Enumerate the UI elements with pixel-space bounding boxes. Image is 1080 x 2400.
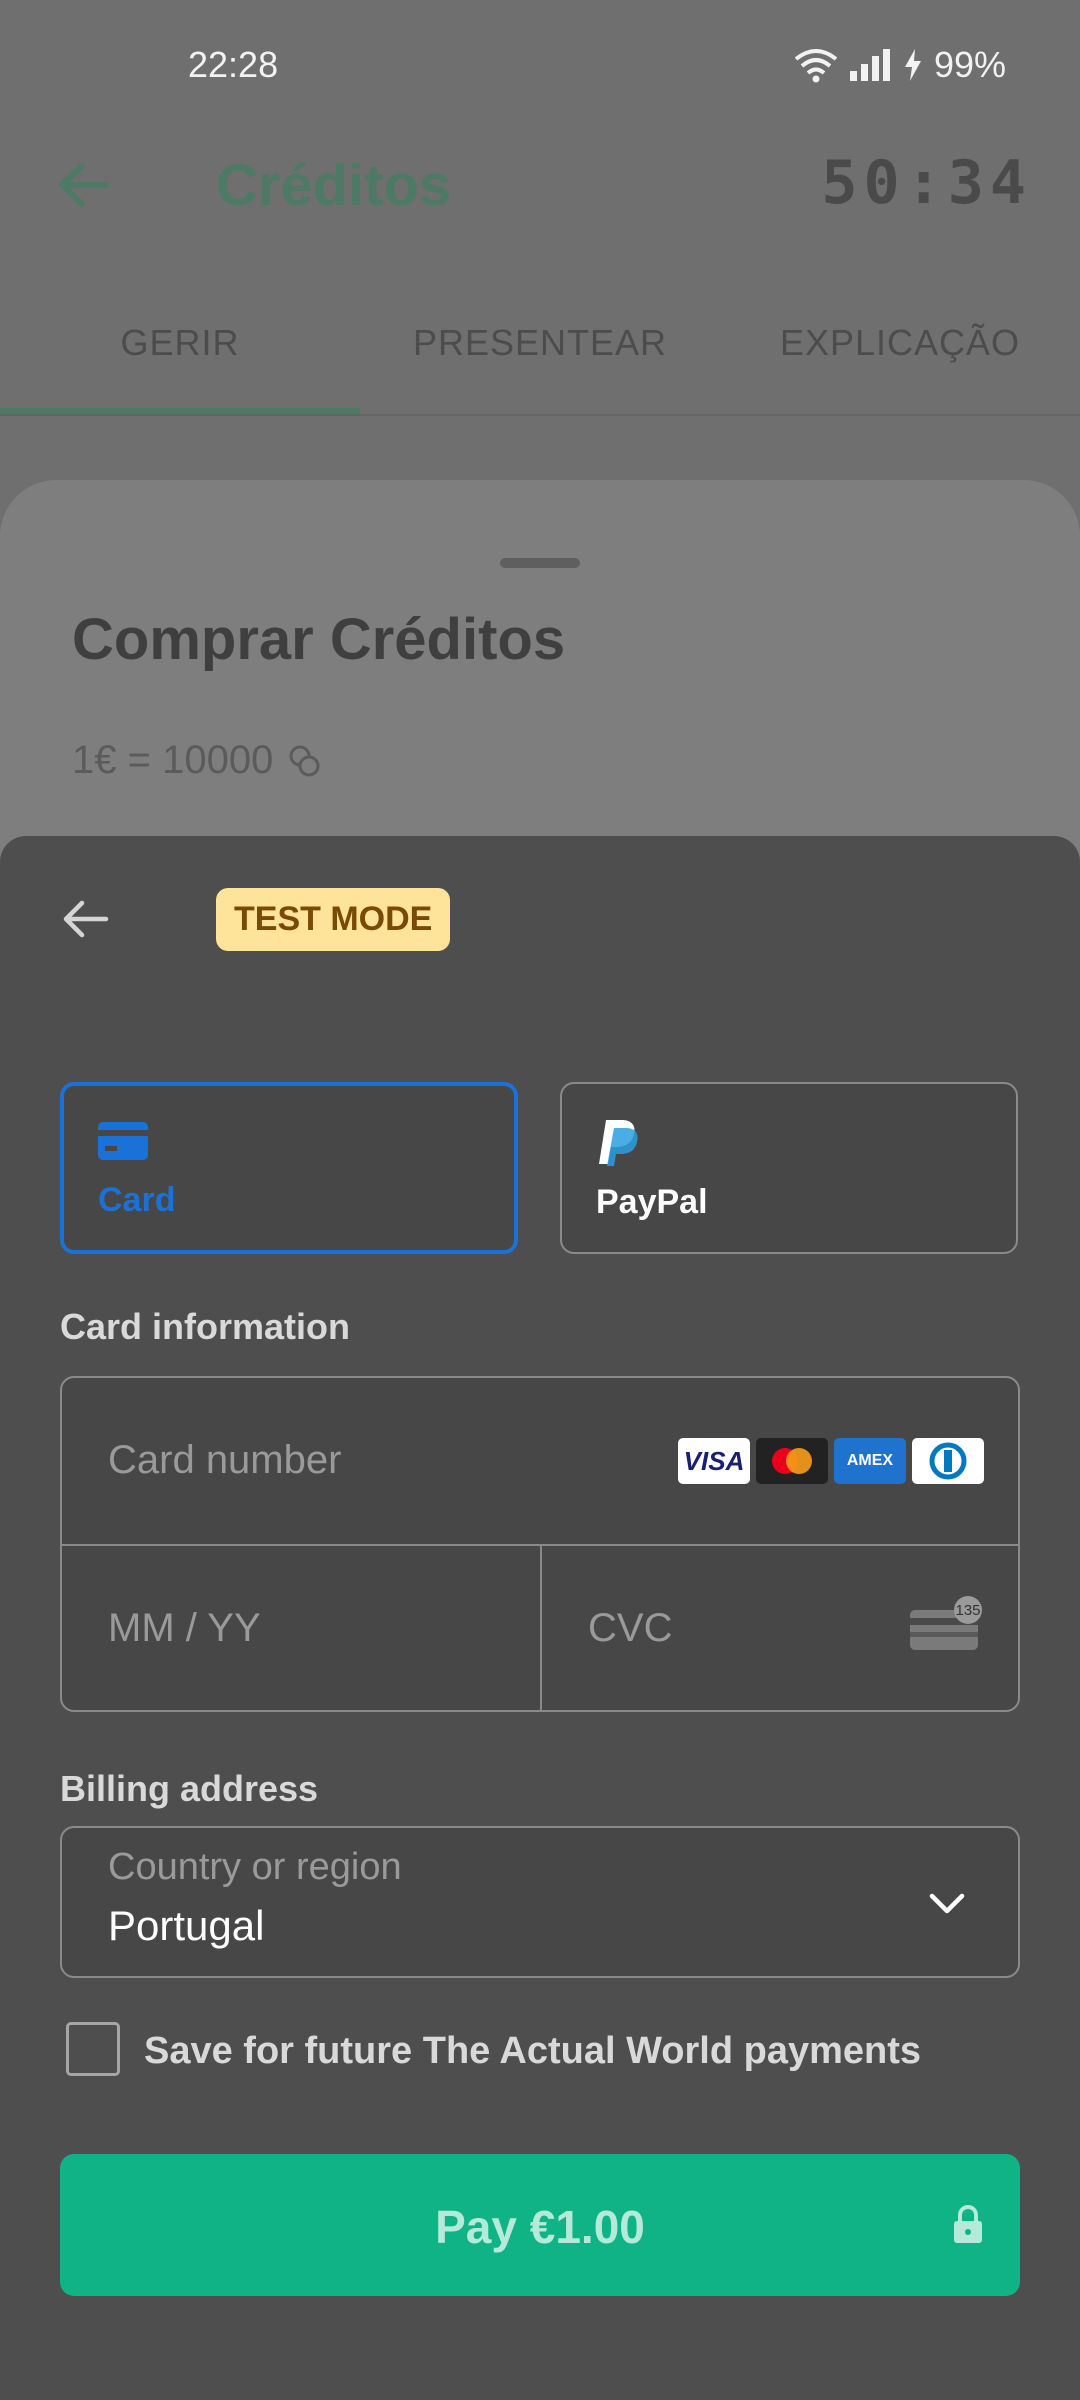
tab-gerir[interactable]: GERIR — [0, 322, 360, 364]
signal-icon — [849, 49, 890, 81]
payment-method-card[interactable]: Card — [60, 1082, 518, 1254]
svg-text:135: 135 — [955, 1602, 980, 1619]
amex-icon: AMEX — [834, 1438, 906, 1484]
country-field-label: Country or region — [108, 1846, 402, 1888]
coins-icon — [289, 745, 320, 776]
card-method-label: Card — [98, 1181, 176, 1219]
pay-button-label: Pay €1.00 — [435, 2201, 645, 2253]
tabs-divider — [0, 414, 1080, 416]
credit-card-icon — [98, 1122, 148, 1160]
expiry-input[interactable]: MM / YY — [108, 1606, 261, 1651]
country-select[interactable]: Country or region Portugal — [60, 1826, 1020, 1978]
visa-icon: VISA — [678, 1438, 750, 1484]
lock-icon — [954, 2205, 982, 2243]
cvc-input[interactable]: CVC — [588, 1606, 672, 1651]
tab-presentear[interactable]: PRESENTEAR — [360, 322, 720, 364]
diners-club-icon — [912, 1438, 984, 1484]
tab-explicacao[interactable]: EXPLICAÇÃO — [720, 322, 1080, 364]
sheet-drag-handle[interactable] — [500, 558, 580, 568]
test-mode-badge: TEST MODE — [216, 888, 451, 951]
wifi-icon — [794, 49, 838, 83]
exchange-rate: 1€ = 10000 — [72, 738, 323, 783]
payment-method-paypal[interactable]: PayPal — [560, 1082, 1018, 1254]
exchange-rate-text: 1€ = 10000 — [72, 738, 274, 782]
cvc-card-icon: 135 — [910, 1596, 982, 1650]
buy-credits-title: Comprar Créditos — [72, 607, 566, 672]
arrow-left-icon[interactable] — [56, 158, 110, 212]
paypal-method-label: PayPal — [596, 1183, 708, 1221]
card-field-divider-vertical — [540, 1546, 542, 1710]
mastercard-icon — [756, 1438, 828, 1484]
battery-percentage: 99% — [933, 44, 1006, 85]
card-information-box: Card number VISA AMEX MM / YY CVC 135 — [60, 1376, 1020, 1712]
charging-icon — [904, 49, 921, 81]
countdown-timer: 50:34 — [821, 148, 1032, 218]
card-information-label: Card information — [60, 1306, 351, 1347]
pay-button[interactable]: Pay €1.00 — [60, 2154, 1020, 2296]
country-value: Portugal — [108, 1902, 265, 1949]
back-arrow-icon[interactable] — [60, 894, 110, 944]
card-number-input[interactable]: Card number — [108, 1438, 341, 1483]
paypal-icon — [599, 1120, 638, 1166]
page-title: Créditos — [216, 153, 452, 218]
save-payment-label[interactable]: Save for future The Actual World payment… — [144, 2030, 921, 2073]
billing-address-label: Billing address — [60, 1768, 319, 1809]
status-time: 22:28 — [188, 44, 279, 85]
status-icons: 99% — [794, 44, 1006, 86]
chevron-down-icon — [929, 1893, 965, 1914]
save-payment-checkbox[interactable] — [66, 2022, 120, 2076]
active-tab-indicator — [0, 408, 360, 414]
